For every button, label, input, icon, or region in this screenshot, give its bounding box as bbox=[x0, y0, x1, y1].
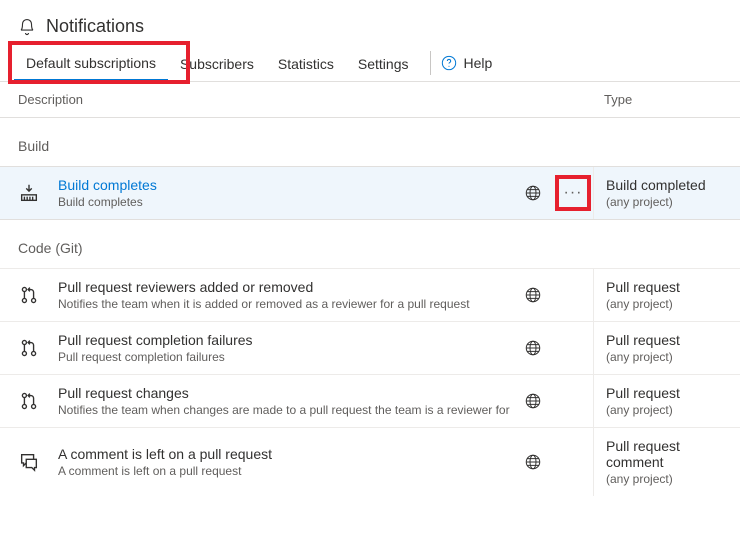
subscription-row[interactable]: Pull request reviewers added or removed N… bbox=[0, 268, 740, 321]
subscription-row[interactable]: Pull request changes Notifies the team wh… bbox=[0, 374, 740, 427]
row-divider bbox=[593, 269, 594, 321]
row-type-sub: (any project) bbox=[606, 472, 722, 486]
row-type-title: Pull request bbox=[606, 332, 722, 348]
row-description: Build completes Build completes bbox=[58, 177, 513, 209]
subscription-row[interactable]: Build completes Build completes ··· Build c… bbox=[0, 166, 740, 220]
subscription-row[interactable]: A comment is left on a pull request A com… bbox=[0, 427, 740, 496]
globe-icon bbox=[513, 392, 553, 410]
row-type-sub: (any project) bbox=[606, 403, 722, 417]
pr-icon bbox=[18, 390, 58, 412]
row-type-sub: (any project) bbox=[606, 297, 722, 311]
bell-icon bbox=[18, 18, 36, 36]
help-label: Help bbox=[463, 55, 492, 71]
help-link[interactable]: Help bbox=[441, 55, 492, 71]
row-title: Pull request completion failures bbox=[58, 332, 513, 348]
globe-icon bbox=[513, 453, 553, 471]
row-title: Pull request reviewers added or removed bbox=[58, 279, 513, 295]
row-type-title: Pull request bbox=[606, 279, 722, 295]
more-icon: ··· bbox=[564, 184, 583, 202]
row-title: Build completes bbox=[58, 177, 513, 193]
tab-default-subscriptions[interactable]: Default subscriptions bbox=[14, 45, 168, 81]
subscriptions-list: BuildBuild completesBuild completes···Bu… bbox=[0, 118, 740, 496]
pr-icon bbox=[18, 337, 58, 359]
more-actions-button[interactable]: ··· bbox=[553, 184, 593, 202]
row-subtitle: Notifies the team when changes are made … bbox=[58, 403, 513, 417]
section-title: Code (Git) bbox=[0, 220, 740, 268]
globe-icon bbox=[513, 339, 553, 357]
tab-divider bbox=[430, 51, 431, 75]
tab-settings[interactable]: Settings bbox=[346, 46, 421, 80]
row-type-title: Build completed bbox=[606, 177, 722, 193]
row-type: Pull request (any project) bbox=[606, 332, 722, 364]
build-icon bbox=[18, 182, 58, 204]
comment-icon bbox=[18, 451, 58, 473]
row-divider bbox=[593, 375, 594, 427]
row-type: Pull request comment (any project) bbox=[606, 438, 722, 486]
row-type-title: Pull request comment bbox=[606, 438, 722, 470]
row-divider bbox=[593, 167, 594, 219]
row-description: Pull request reviewers added or removed N… bbox=[58, 279, 513, 311]
row-subtitle: Build completes bbox=[58, 195, 513, 209]
section-title: Build bbox=[0, 118, 740, 166]
row-subtitle: Notifies the team when it is added or re… bbox=[58, 297, 513, 311]
page-header: Notifications bbox=[0, 0, 740, 45]
row-title: A comment is left on a pull request bbox=[58, 446, 513, 462]
column-type: Type bbox=[604, 92, 722, 107]
globe-icon bbox=[513, 184, 553, 202]
row-type-sub: (any project) bbox=[606, 350, 722, 364]
row-type-sub: (any project) bbox=[606, 195, 722, 209]
row-type-title: Pull request bbox=[606, 385, 722, 401]
pr-icon bbox=[18, 284, 58, 306]
row-description: A comment is left on a pull request A com… bbox=[58, 446, 513, 478]
globe-icon bbox=[513, 286, 553, 304]
subscription-row[interactable]: Pull request completion failures Pull req… bbox=[0, 321, 740, 374]
tab-subscribers[interactable]: Subscribers bbox=[168, 46, 266, 80]
row-subtitle: A comment is left on a pull request bbox=[58, 464, 513, 478]
columns-header: Description Type bbox=[0, 82, 740, 118]
help-icon bbox=[441, 55, 457, 71]
tab-bar: Default subscriptions Subscribers Statis… bbox=[0, 45, 740, 82]
row-type: Pull request (any project) bbox=[606, 385, 722, 417]
row-type: Pull request (any project) bbox=[606, 279, 722, 311]
row-type: Build completed (any project) bbox=[606, 177, 722, 209]
row-divider bbox=[593, 322, 594, 374]
row-description: Pull request completion failures Pull req… bbox=[58, 332, 513, 364]
page-title: Notifications bbox=[46, 16, 144, 37]
row-description: Pull request changes Notifies the team wh… bbox=[58, 385, 513, 417]
row-divider bbox=[593, 428, 594, 496]
row-subtitle: Pull request completion failures bbox=[58, 350, 513, 364]
tab-statistics[interactable]: Statistics bbox=[266, 46, 346, 80]
row-title: Pull request changes bbox=[58, 385, 513, 401]
column-description: Description bbox=[18, 92, 604, 107]
